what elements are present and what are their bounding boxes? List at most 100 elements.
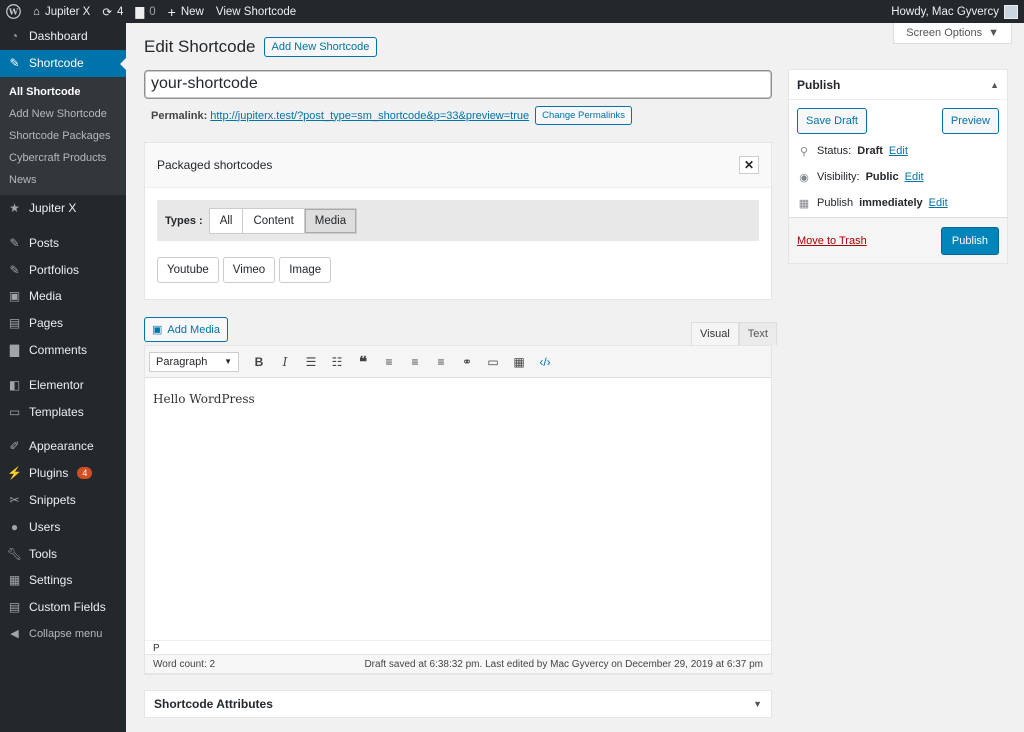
change-permalinks-button[interactable]: Change Permalinks bbox=[535, 106, 633, 125]
types-filter: Types : All Content Media bbox=[157, 200, 759, 241]
sidebar-item-elementor[interactable]: ◧ Elementor bbox=[0, 371, 126, 398]
edit-visibility-link[interactable]: Edit bbox=[905, 171, 924, 183]
vimeo-button[interactable]: Vimeo bbox=[222, 257, 276, 283]
sidebar-item-plugins[interactable]: ⚡ Plugins 4 bbox=[0, 460, 126, 487]
preview-button[interactable]: Preview bbox=[941, 108, 999, 134]
align-center-icon[interactable]: ≡ bbox=[403, 352, 427, 372]
align-right-icon[interactable]: ≡ bbox=[429, 352, 453, 372]
bold-icon[interactable]: B bbox=[247, 352, 271, 372]
shortcode-attributes-title: Shortcode Attributes bbox=[154, 697, 273, 711]
submenu-shortcode-packages[interactable]: Shortcode Packages bbox=[0, 125, 126, 147]
numbered-list-icon[interactable]: ☷ bbox=[325, 352, 349, 372]
type-all-button[interactable]: All bbox=[210, 208, 244, 233]
page-title: Edit Shortcode bbox=[144, 37, 256, 56]
permalink-link[interactable]: http://jupiterx.test/?post_type=sm_short… bbox=[210, 110, 529, 122]
link-icon[interactable]: ⚭ bbox=[455, 352, 479, 372]
updates-link[interactable]: ⟳ 4 bbox=[96, 0, 129, 23]
submenu-add-new-shortcode[interactable]: Add New Shortcode bbox=[0, 103, 126, 125]
word-count: Word count: 2 bbox=[153, 658, 216, 670]
editor-content-area[interactable]: Hello WordPress bbox=[145, 378, 771, 640]
site-name-label: Jupiter X bbox=[44, 5, 91, 18]
tab-visual[interactable]: Visual bbox=[691, 322, 739, 345]
move-to-trash-link[interactable]: Move to Trash bbox=[797, 235, 867, 247]
table-icon: ▤ bbox=[8, 600, 21, 615]
sidebar-item-settings[interactable]: ▦ Settings bbox=[0, 567, 126, 594]
sidebar-item-snippets[interactable]: ✂ Snippets bbox=[0, 487, 126, 514]
type-media-button[interactable]: Media bbox=[304, 208, 357, 233]
sidebar-item-label: Users bbox=[29, 519, 61, 534]
sidebar-item-label: Plugins bbox=[29, 466, 69, 481]
collapse-icon: ◀ bbox=[10, 628, 19, 641]
italic-icon[interactable]: I bbox=[273, 352, 297, 372]
sidebar-item-tools[interactable]: 🔧︎ Tools bbox=[0, 540, 126, 567]
submenu-cybercraft-products[interactable]: Cybercraft Products bbox=[0, 147, 126, 169]
schedule-row: ▦ Publish immediately Edit bbox=[789, 190, 1007, 216]
shortcode-title-input[interactable]: your-shortcode bbox=[144, 70, 772, 99]
submenu-news[interactable]: News bbox=[0, 169, 126, 191]
sidebar-item-posts[interactable]: ✎ Posts bbox=[0, 229, 126, 256]
sidebar-item-pages[interactable]: ▤ Pages bbox=[0, 310, 126, 337]
publish-box-title: Publish bbox=[797, 77, 841, 92]
scissors-icon: ✂ bbox=[9, 492, 20, 507]
format-select-value: Paragraph bbox=[156, 355, 208, 368]
blockquote-icon[interactable]: ❝ bbox=[351, 352, 375, 372]
add-media-button[interactable]: ▣ Add Media bbox=[144, 317, 228, 342]
new-content-link[interactable]: + New bbox=[162, 0, 210, 23]
submenu-all-shortcode[interactable]: All Shortcode bbox=[0, 81, 126, 103]
close-icon[interactable]: ✕ bbox=[739, 156, 759, 174]
howdy-label: Howdy, Mac Gyvercy bbox=[891, 5, 999, 18]
sidebar-item-media[interactable]: ▣ Media bbox=[0, 283, 126, 310]
view-shortcode-link[interactable]: View Shortcode bbox=[210, 0, 302, 23]
code-icon[interactable]: ‹/› bbox=[533, 352, 557, 372]
format-select[interactable]: Paragraph ▼ bbox=[149, 351, 239, 372]
triangle-down-icon: ▼ bbox=[988, 27, 999, 39]
save-draft-button[interactable]: Save Draft bbox=[797, 108, 867, 134]
sidebar-item-shortcode[interactable]: ✎ Shortcode bbox=[0, 49, 126, 77]
editor-tabs: Visual Text bbox=[691, 322, 777, 345]
view-shortcode-label: View Shortcode bbox=[215, 5, 297, 18]
elementor-icon: ◧ bbox=[8, 377, 21, 392]
edit-status-link[interactable]: Edit bbox=[889, 145, 908, 157]
types-segmented-control: All Content Media bbox=[208, 207, 358, 234]
bulleted-list-icon[interactable]: ☰ bbox=[299, 352, 323, 372]
account-menu[interactable]: Howdy, Mac Gyvercy bbox=[885, 0, 1024, 23]
add-new-shortcode-button[interactable]: Add New Shortcode bbox=[263, 37, 378, 57]
sidebar-item-portfolios[interactable]: ✎ Portfolios bbox=[0, 256, 126, 283]
type-content-button[interactable]: Content bbox=[243, 208, 305, 233]
comments-count: 0 bbox=[149, 5, 156, 18]
screen-options-button[interactable]: Screen Options ▼ bbox=[893, 23, 1012, 44]
publish-actions-bottom: Move to Trash Publish bbox=[789, 217, 1007, 263]
brush-icon: ✐ bbox=[9, 439, 20, 454]
wordpress-logo-icon[interactable]: W bbox=[0, 0, 27, 23]
sidebar-item-dashboard[interactable]: ◔ Dashboard bbox=[0, 23, 126, 50]
home-icon: ⌂ bbox=[33, 5, 40, 18]
collapse-menu-button[interactable]: ◀ Collapse menu bbox=[0, 621, 126, 648]
sidebar-item-users[interactable]: ● Users bbox=[0, 513, 126, 540]
collapse-menu-label: Collapse menu bbox=[29, 627, 103, 640]
new-label: New bbox=[180, 5, 204, 18]
triangle-up-icon[interactable]: ▲ bbox=[990, 80, 999, 90]
sidebar-item-custom-fields[interactable]: ▤ Custom Fields bbox=[0, 594, 126, 621]
comments-link[interactable]: ▇ 0 bbox=[129, 0, 161, 23]
sidebar-item-jupiter-x[interactable]: ★ Jupiter X bbox=[0, 195, 126, 222]
sidebar-item-comments[interactable]: ▇ Comments bbox=[0, 337, 126, 364]
edit-schedule-link[interactable]: Edit bbox=[929, 197, 948, 209]
media-icon: ▣ bbox=[8, 289, 21, 304]
publish-actions-top: Save Draft Preview bbox=[789, 100, 1007, 138]
shortcode-attributes-box[interactable]: Shortcode Attributes ▼ bbox=[144, 690, 772, 718]
status-label: Status: bbox=[817, 145, 852, 157]
sidebar-item-templates[interactable]: ▭ Templates bbox=[0, 398, 126, 425]
tab-text[interactable]: Text bbox=[738, 322, 777, 345]
publish-button[interactable]: Publish bbox=[940, 226, 999, 255]
image-button[interactable]: Image bbox=[279, 257, 332, 283]
site-name-link[interactable]: ⌂ Jupiter X bbox=[27, 0, 96, 23]
read-more-icon[interactable]: ▭ bbox=[481, 352, 505, 372]
sidebar-item-appearance[interactable]: ✐ Appearance bbox=[0, 433, 126, 460]
align-left-icon[interactable]: ≡ bbox=[377, 352, 401, 372]
status-value: Draft bbox=[857, 145, 883, 157]
toolbar-toggle-icon[interactable]: ▦ bbox=[507, 352, 531, 372]
packaged-shortcodes-header: Packaged shortcodes ✕ bbox=[145, 143, 771, 188]
sidebar-item-label: Pages bbox=[29, 316, 64, 331]
youtube-button[interactable]: Youtube bbox=[157, 257, 219, 283]
plugins-update-badge: 4 bbox=[77, 467, 93, 480]
